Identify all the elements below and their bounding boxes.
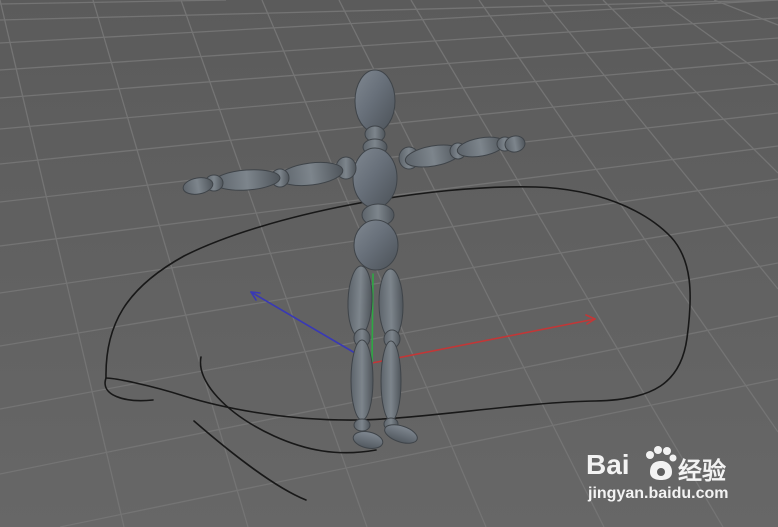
mannequin-pelvis <box>353 219 399 271</box>
3d-viewport[interactable]: Bai 经验 jingyan.baidu.com <box>0 0 778 527</box>
mannequin-chest <box>352 147 398 209</box>
y-axis <box>371 273 374 364</box>
mannequin-head <box>354 69 396 133</box>
scene-canvas <box>0 0 778 527</box>
